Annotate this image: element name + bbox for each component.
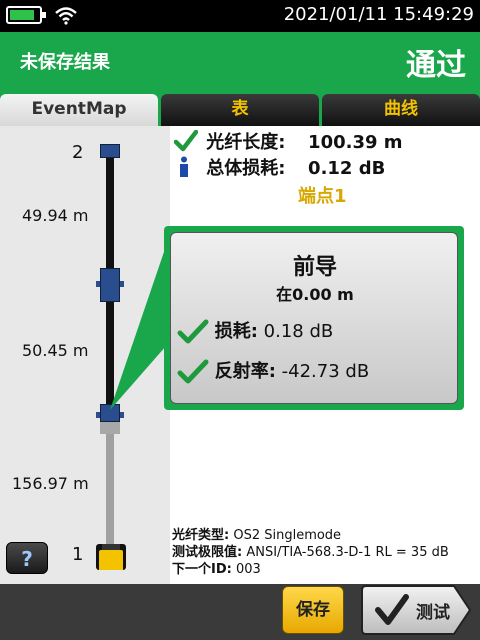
event-detail-card[interactable]: 前导 在0.00 m 损耗: 0.18 dB 反射率: -42.73 dB <box>170 232 458 404</box>
status-bar: 2021/01/11 15:49:29 <box>0 0 480 32</box>
event-loss-value: 0.18 dB <box>257 321 334 342</box>
check-icon <box>177 359 209 384</box>
test-limit-value: ANSI/TIA-568.3-D-1 RL = 35 dB <box>242 545 449 560</box>
fiber-length-value: 100.39 m <box>308 132 403 153</box>
segment-length: 50.45 m <box>22 341 89 360</box>
test-button-label: 测试 <box>416 603 450 623</box>
info-icon <box>174 156 200 183</box>
next-id-value: 003 <box>231 562 261 577</box>
check-icon <box>173 129 200 157</box>
segment-length: 49.94 m <box>22 206 89 225</box>
test-result-status: 通过 <box>406 48 466 83</box>
total-loss-value: 0.12 dB <box>308 158 386 179</box>
fiber-length-label: 光纤长度: <box>206 132 286 153</box>
battery-icon <box>6 6 46 24</box>
test-details: 光纤类型: OS2 Singlemode 测试极限值: ANSI/TIA-568… <box>172 524 478 577</box>
screen: 2021/01/11 15:49:29 未保存结果 通过 EventMap 表 … <box>0 0 480 640</box>
endpoint-label: 端点1 <box>298 186 347 207</box>
event-title: 前导 <box>292 255 337 280</box>
wifi-icon <box>55 7 77 25</box>
next-id-label: 下一个ID: <box>172 562 232 577</box>
event-position: 在0.00 m <box>276 285 354 304</box>
status-datetime: 2021/01/11 15:49:29 <box>283 4 474 25</box>
event-loss-row: 损耗: 0.18 dB <box>177 317 333 345</box>
next-id-row: 下一个ID: 003 <box>172 558 478 577</box>
save-button[interactable]: 保存 <box>282 586 344 634</box>
segment-length: 156.97 m <box>12 474 89 493</box>
event-reflectance-value: -42.73 dB <box>275 361 370 382</box>
check-icon <box>375 594 409 625</box>
check-icon <box>177 319 209 344</box>
unsaved-result-label: 未保存结果 <box>20 52 110 73</box>
test-limit-row: 测试极限值: ANSI/TIA-568.3-D-1 RL = 35 dB <box>172 541 478 560</box>
tab-eventmap[interactable]: EventMap <box>0 94 158 126</box>
fiber-length-row: 光纤长度: 100.39 m <box>173 128 403 157</box>
event-reflectance-label: 反射率: <box>214 361 276 382</box>
event-reflectance-row: 反射率: -42.73 dB <box>177 357 369 385</box>
tab-trace[interactable]: 曲线 <box>322 94 480 126</box>
tab-table[interactable]: 表 <box>161 94 319 126</box>
far-end-number: 2 <box>72 142 84 163</box>
total-loss-row: 总体损耗: 0.12 dB <box>174 154 385 180</box>
tab-bar: EventMap 表 曲线 <box>0 90 480 126</box>
total-loss-label: 总体损耗: <box>206 158 286 179</box>
fiber-type-row: 光纤类型: OS2 Singlemode <box>172 524 478 543</box>
event-loss-label: 损耗: <box>214 321 258 342</box>
connector-far-end[interactable] <box>100 144 120 158</box>
test-button[interactable]: 测试 <box>360 584 472 636</box>
result-header: 未保存结果 通过 <box>0 32 480 90</box>
help-button[interactable]: ? <box>6 542 48 574</box>
near-end-number: 1 <box>72 544 84 565</box>
tester-unit-icon <box>96 544 126 570</box>
fiber-line-launch <box>106 418 114 552</box>
